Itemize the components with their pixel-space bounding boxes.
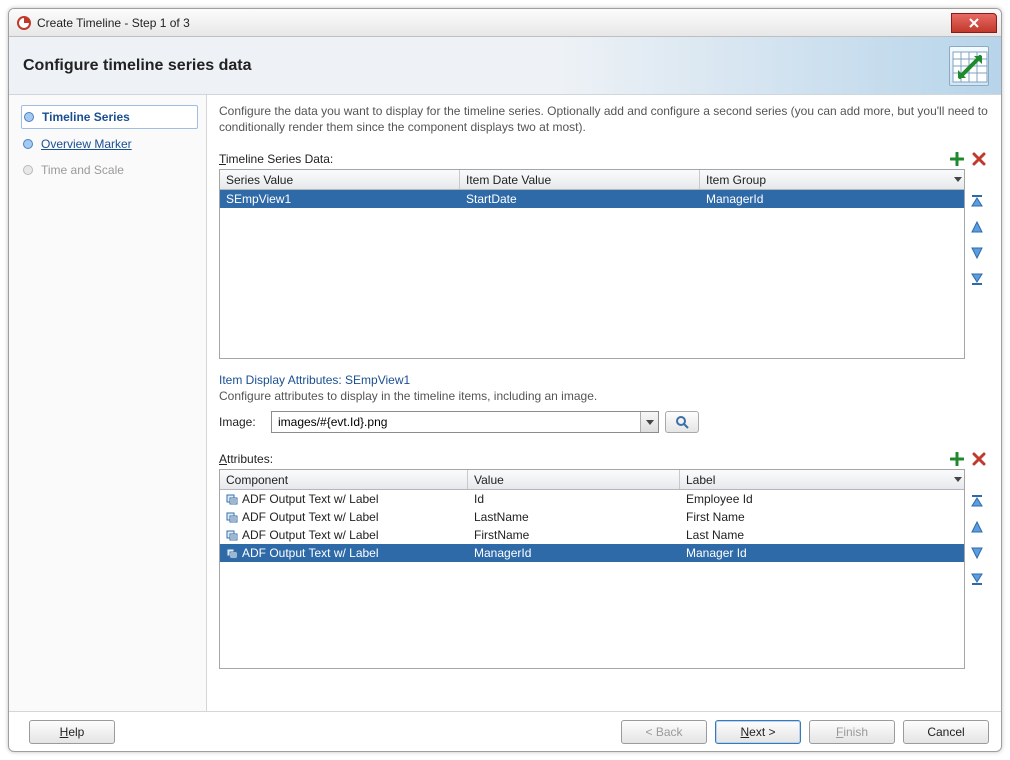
timeline-glyph-icon	[949, 46, 989, 86]
attributes-row[interactable]: ADF Output Text w/ LabelManagerIdManager…	[220, 544, 964, 562]
series-table-header: Series Value Item Date Value Item Group	[220, 170, 964, 190]
window-title: Create Timeline - Step 1 of 3	[37, 16, 951, 30]
image-input[interactable]	[272, 412, 640, 432]
move-down-icon	[970, 246, 984, 260]
series-section-label: Timeline Series Data:	[219, 152, 947, 166]
image-combo[interactable]	[271, 411, 659, 433]
component-icon	[226, 547, 238, 559]
dialog-window: Create Timeline - Step 1 of 3 Configure …	[8, 8, 1002, 752]
attr-col-label[interactable]: Label	[680, 470, 964, 489]
move-bottom-icon	[970, 572, 984, 586]
series-col-series-value[interactable]: Series Value	[220, 170, 460, 189]
help-button[interactable]: Help	[29, 720, 115, 744]
series-move-up-button[interactable]	[967, 217, 987, 237]
attributes-table[interactable]: Component Value Label ADF Output Text w/…	[219, 469, 965, 669]
attributes-section-label: Attributes:	[219, 452, 947, 466]
image-label: Image:	[219, 415, 265, 429]
series-col-item-date-value[interactable]: Item Date Value	[460, 170, 700, 189]
move-up-icon	[970, 520, 984, 534]
page-title: Configure timeline series data	[23, 57, 252, 75]
series-table[interactable]: Series Value Item Date Value Item Group …	[219, 169, 965, 359]
attributes-table-header: Component Value Label	[220, 470, 964, 490]
header-band: Configure timeline series data	[9, 37, 1001, 95]
component-icon	[226, 529, 238, 541]
add-attribute-button[interactable]	[947, 449, 967, 469]
add-series-button[interactable]	[947, 149, 967, 169]
delete-series-button[interactable]	[969, 149, 989, 169]
move-top-icon	[970, 194, 984, 208]
item-display-heading: Item Display Attributes: SEmpView1	[219, 373, 989, 387]
series-move-top-button[interactable]	[967, 191, 987, 211]
finish-button[interactable]: Finish	[809, 720, 895, 744]
delete-icon	[972, 152, 986, 166]
move-top-icon	[970, 494, 984, 508]
delete-attribute-button[interactable]	[969, 449, 989, 469]
image-browse-button[interactable]	[665, 411, 699, 433]
series-table-body: SEmpView1 StartDate ManagerId	[220, 190, 964, 208]
attr-move-bottom-button[interactable]	[967, 569, 987, 589]
search-icon	[675, 415, 689, 429]
add-icon	[950, 452, 964, 466]
attributes-row[interactable]: ADF Output Text w/ LabelFirstNameLast Na…	[220, 526, 964, 544]
chevron-down-icon	[954, 477, 962, 482]
next-button[interactable]: Next >	[715, 720, 801, 744]
item-display-desc: Configure attributes to display in the t…	[219, 389, 989, 403]
series-move-down-button[interactable]	[967, 243, 987, 263]
delete-icon	[972, 452, 986, 466]
titlebar: Create Timeline - Step 1 of 3	[9, 9, 1001, 37]
app-icon	[17, 16, 31, 30]
image-dropdown-button[interactable]	[640, 412, 658, 432]
wizard-nav: Timeline Series Overview Marker Time and…	[9, 95, 207, 711]
back-button[interactable]: < Back	[621, 720, 707, 744]
attr-col-component[interactable]: Component	[220, 470, 468, 489]
move-bottom-icon	[970, 272, 984, 286]
step-description: Configure the data you want to display f…	[219, 103, 989, 135]
chevron-down-icon	[646, 420, 654, 425]
chevron-down-icon	[954, 177, 962, 182]
move-up-icon	[970, 220, 984, 234]
series-col-item-group[interactable]: Item Group	[700, 170, 964, 189]
move-down-icon	[970, 546, 984, 560]
close-button[interactable]	[951, 13, 997, 33]
attr-move-up-button[interactable]	[967, 517, 987, 537]
wizard-footer: Help < Back Next > Finish Cancel	[9, 711, 1001, 751]
series-move-bottom-button[interactable]	[967, 269, 987, 289]
nav-step-overview-marker[interactable]: Overview Marker	[21, 133, 198, 155]
series-row[interactable]: SEmpView1 StartDate ManagerId	[220, 190, 964, 208]
component-icon	[226, 511, 238, 523]
attr-move-down-button[interactable]	[967, 543, 987, 563]
attributes-table-body: ADF Output Text w/ LabelIdEmployee IdADF…	[220, 490, 964, 562]
nav-step-time-and-scale: Time and Scale	[21, 159, 198, 181]
attr-col-value[interactable]: Value	[468, 470, 680, 489]
add-icon	[950, 152, 964, 166]
attributes-row[interactable]: ADF Output Text w/ LabelIdEmployee Id	[220, 490, 964, 508]
attributes-row[interactable]: ADF Output Text w/ LabelLastNameFirst Na…	[220, 508, 964, 526]
attr-move-top-button[interactable]	[967, 491, 987, 511]
cancel-button[interactable]: Cancel	[903, 720, 989, 744]
component-icon	[226, 493, 238, 505]
nav-step-timeline-series[interactable]: Timeline Series	[21, 105, 198, 129]
